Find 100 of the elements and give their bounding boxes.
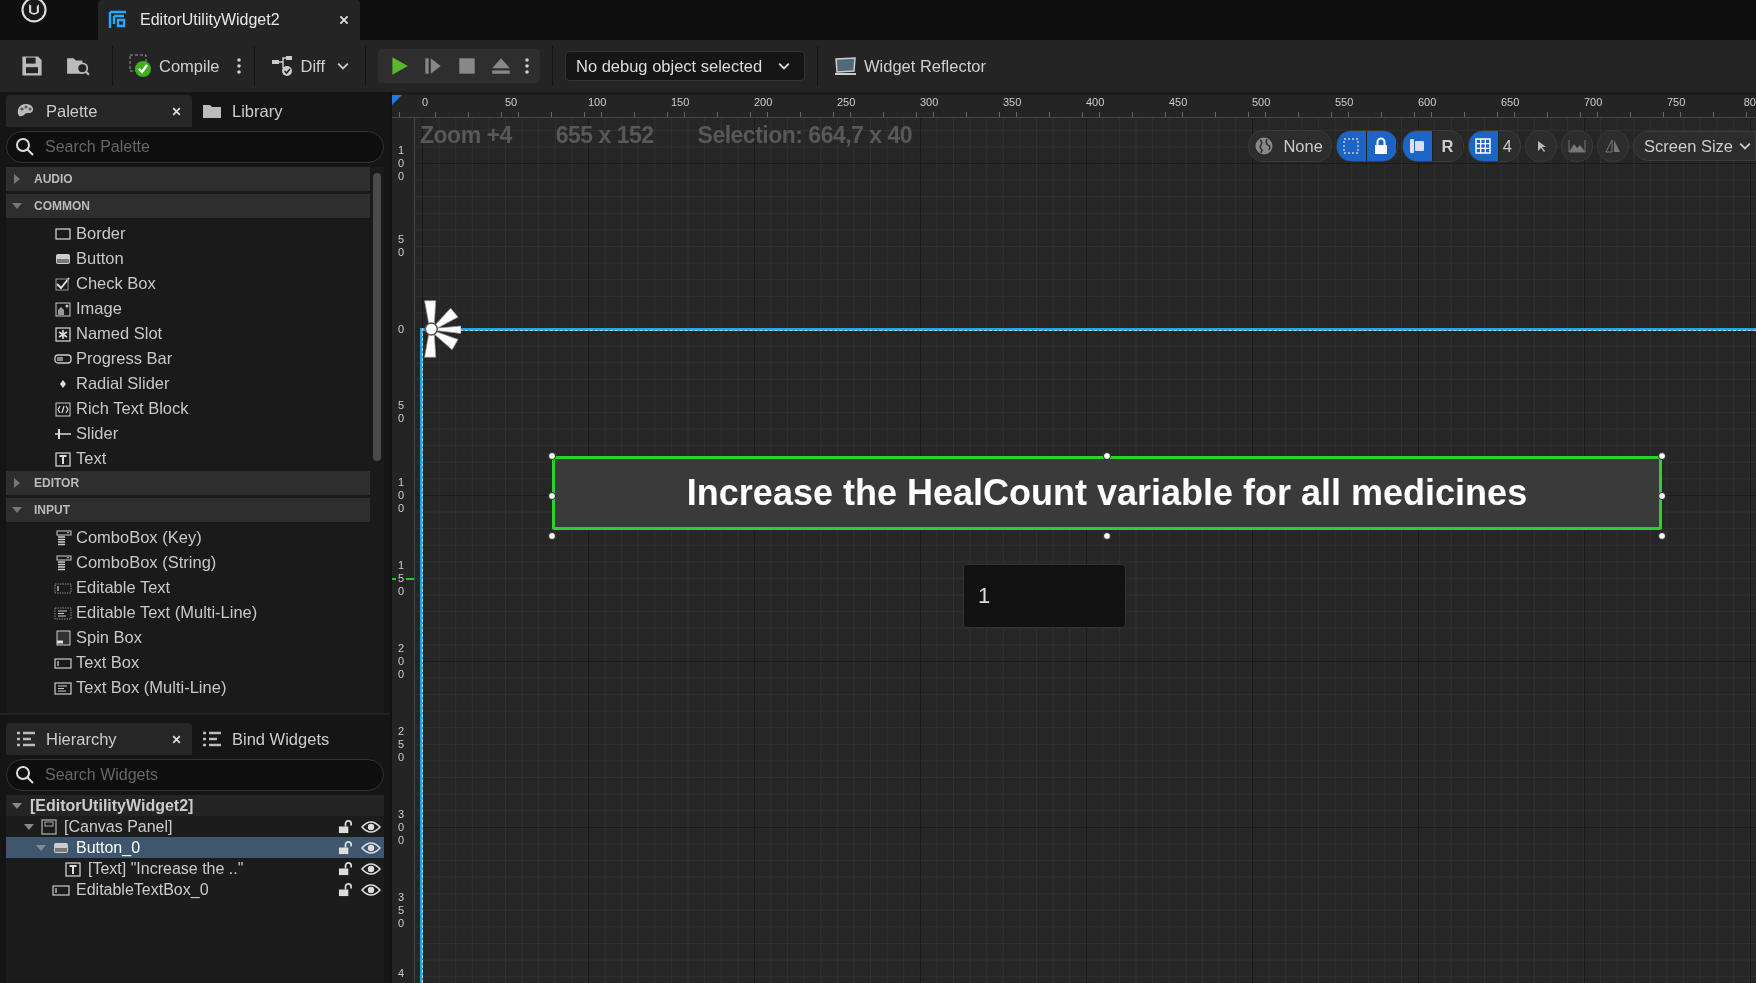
panel-tab[interactable]: Hierarchy <box>6 723 192 755</box>
item-label: Radial Slider <box>76 374 170 393</box>
cursor-button[interactable] <box>1525 130 1558 162</box>
panel-tab[interactable]: Library <box>192 95 378 127</box>
ruler-marker <box>392 578 414 580</box>
grid-toggle[interactable] <box>1468 131 1499 161</box>
lock-icon[interactable] <box>338 882 353 897</box>
screen-size-dropdown[interactable]: Screen Size <box>1633 131 1756 161</box>
grid-size-label[interactable]: 4 <box>1498 136 1521 156</box>
panel-tab[interactable]: Bind Widgets <box>192 723 378 755</box>
eye-icon[interactable] <box>361 861 381 876</box>
document-tab[interactable]: EditorUtilityWidget2 <box>98 0 360 40</box>
close-icon[interactable] <box>171 105 182 117</box>
eye-icon[interactable] <box>361 882 381 897</box>
item-label: Spin Box <box>76 628 143 647</box>
palette-item[interactable]: Editable Text (Multi-Line) <box>6 600 370 625</box>
category-header[interactable]: EDITOR <box>6 471 370 495</box>
palette-item[interactable]: ComboBox (Key) <box>6 525 370 550</box>
tree-item[interactable]: Button_0 <box>6 837 384 858</box>
resize-handle[interactable] <box>1658 452 1666 460</box>
palette-item[interactable]: Check Box <box>6 271 370 296</box>
panel-tab[interactable]: Palette <box>6 95 192 127</box>
locale-button[interactable]: None <box>1279 136 1331 156</box>
r-toggle[interactable]: R <box>1432 131 1463 161</box>
palette-item[interactable]: ComboBox (String) <box>6 550 370 575</box>
palette-item[interactable]: Spin Box <box>6 625 370 650</box>
layout-toggle[interactable] <box>1402 131 1433 161</box>
item-label: Text <box>76 449 107 468</box>
star-box-icon <box>54 324 72 343</box>
grid-icon <box>1473 136 1494 156</box>
caret-icon <box>1739 142 1751 150</box>
tree-label: Button_0 <box>76 838 141 857</box>
lock-icon[interactable] <box>338 840 353 855</box>
palette-item[interactable]: Border <box>6 221 370 246</box>
palette-item[interactable]: Button <box>6 246 370 271</box>
palette-item[interactable]: Named Slot <box>6 321 370 346</box>
resize-handle[interactable] <box>548 492 556 500</box>
lock-icon[interactable] <box>338 861 353 876</box>
mirror-button[interactable] <box>1597 130 1630 162</box>
item-label: Editable Text <box>76 578 171 597</box>
resize-handle[interactable] <box>1103 532 1111 540</box>
resize-handle[interactable] <box>548 532 556 540</box>
palette-item[interactable]: Image <box>6 296 370 321</box>
diff-icon <box>270 54 295 78</box>
text-icon <box>64 859 82 878</box>
lock-icon[interactable] <box>338 819 353 834</box>
tree-label: [Text] "Increase the .." <box>88 859 244 878</box>
palette-item[interactable]: Editable Text <box>6 575 370 600</box>
palette-item[interactable]: Text Box (Multi-Line) <box>6 675 370 700</box>
lock-toggle[interactable] <box>1366 131 1397 161</box>
more-options-icon[interactable] <box>524 56 530 76</box>
item-label: ComboBox (String) <box>76 553 217 572</box>
compile-button[interactable]: Compile <box>125 54 224 78</box>
stop-icon[interactable] <box>456 55 478 77</box>
image-button[interactable] <box>1561 130 1594 162</box>
caret-icon[interactable] <box>24 821 34 832</box>
palette-item[interactable]: Slider <box>6 421 370 446</box>
globe-icon[interactable] <box>1254 136 1275 156</box>
palette-item[interactable]: Text <box>6 446 370 471</box>
item-label: Image <box>76 299 122 318</box>
canvas-text-box[interactable]: 1 <box>963 564 1126 628</box>
caret-icon[interactable] <box>12 800 22 811</box>
resize-handle[interactable] <box>548 452 556 460</box>
resize-handle[interactable] <box>1658 532 1666 540</box>
search-field[interactable]: Search Palette <box>6 131 384 163</box>
category-header[interactable]: COMMON <box>6 194 370 218</box>
tree-label: EditableTextBox_0 <box>76 880 209 899</box>
outline-toggle[interactable] <box>1336 131 1367 161</box>
spin-box-icon <box>54 628 72 647</box>
canvas-button[interactable]: Increase the HealCount variable for all medicines <box>552 456 1662 530</box>
widget-reflector-button[interactable]: Widget Reflector <box>830 54 990 78</box>
eye-icon[interactable] <box>361 819 381 834</box>
category-header[interactable]: INPUT <box>6 498 370 522</box>
search-field[interactable]: Search Widgets <box>6 759 384 791</box>
list-icon <box>16 730 36 748</box>
resize-handle[interactable] <box>1658 492 1666 500</box>
scrollbar-thumb[interactable] <box>373 173 381 461</box>
dashed-square-icon <box>1341 136 1362 156</box>
palette-item[interactable]: Rich Text Block <box>6 396 370 421</box>
close-icon[interactable] <box>171 733 182 745</box>
more-options-icon[interactable] <box>235 56 242 76</box>
tree-item[interactable]: [Text] "Increase the .." <box>6 858 384 879</box>
eye-icon[interactable] <box>361 840 381 855</box>
item-label: Slider <box>76 424 119 443</box>
vertical-ruler: 100 50 0 50 100 150 200 250 300 350 4 <box>392 118 415 983</box>
save-icon[interactable] <box>20 54 44 78</box>
tree-item[interactable]: [EditorUtilityWidget2] <box>6 795 384 816</box>
category-header[interactable]: AUDIO <box>6 167 370 191</box>
resize-handle[interactable] <box>1103 452 1111 460</box>
close-icon[interactable] <box>338 14 350 26</box>
tree-item[interactable]: EditableTextBox_0 <box>6 879 384 900</box>
item-label: Text Box (Multi-Line) <box>76 678 227 697</box>
diff-button[interactable]: Diff <box>266 54 353 78</box>
debug-object-dropdown[interactable]: No debug object selected <box>565 51 805 81</box>
tree-label: [Canvas Panel] <box>64 817 173 836</box>
item-label: Text Box <box>76 653 140 672</box>
palette-item[interactable]: Text Box <box>6 650 370 675</box>
palette-item[interactable]: Radial Slider <box>6 371 370 396</box>
tree-item[interactable]: [Canvas Panel] <box>6 816 384 837</box>
palette-item[interactable]: Progress Bar <box>6 346 370 371</box>
